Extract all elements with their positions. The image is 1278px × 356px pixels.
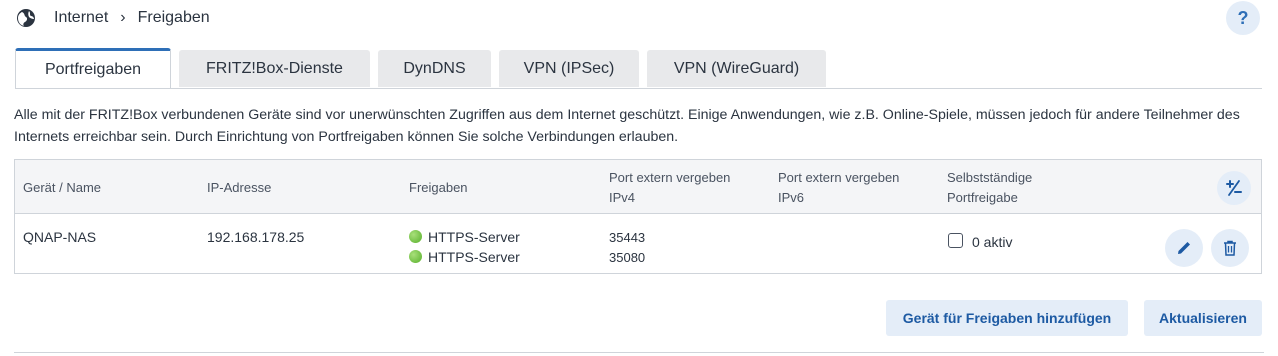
header-ipv4-line1: Port extern vergeben <box>609 170 731 185</box>
tab-dyndns[interactable]: DynDNS <box>378 50 491 87</box>
self-share-checkbox[interactable] <box>948 233 963 248</box>
header-shares: Freigaben <box>409 180 468 195</box>
pencil-icon <box>1178 242 1190 254</box>
tab-divider <box>15 88 1262 89</box>
delete-button[interactable] <box>1211 229 1249 267</box>
globe-icon <box>17 9 35 27</box>
plus-minus-icon <box>1226 180 1242 196</box>
intro-text: Alle mit der FRITZ!Box verbundenen Gerät… <box>14 107 1240 145</box>
header-ipv6-line2: IPv6 <box>778 190 805 205</box>
header-ipv6-line1: Port extern vergeben <box>778 170 900 185</box>
tab-fritzbox-dienste[interactable]: FRITZ!Box-Dienste <box>179 50 370 87</box>
share-entry: HTTPS-Server <box>409 229 520 245</box>
tab-portfreigaben[interactable]: Portfreigaben <box>15 48 171 88</box>
table-header: Gerät / Name IP-Adresse Freigaben Port e… <box>15 160 1261 214</box>
header-self-line1: Selbstständige <box>947 170 1033 185</box>
breadcrumb-current: Freigaben <box>137 9 210 26</box>
tab-vpn-ipsec[interactable]: VPN (IPSec) <box>499 50 639 87</box>
edit-button[interactable] <box>1165 229 1203 267</box>
breadcrumb-separator: › <box>120 9 126 26</box>
tab-bar: Portfreigaben FRITZ!Box-Dienste DynDNS V… <box>15 48 1278 90</box>
port-ipv4: 35080 <box>609 250 646 265</box>
tab-vpn-wireguard[interactable]: VPN (WireGuard) <box>647 50 826 87</box>
refresh-button[interactable]: Aktualisieren <box>1144 300 1262 336</box>
header-ipv4-line2: IPv4 <box>609 190 636 205</box>
divider <box>14 352 1264 353</box>
share-name: HTTPS-Server <box>428 249 520 265</box>
share-entry: HTTPS-Server <box>409 249 520 265</box>
row-ip-address: 192.168.178.25 <box>207 229 305 245</box>
status-ok-icon <box>409 250 422 263</box>
header-self-line2: Portfreigabe <box>947 190 1018 205</box>
row-device-name: QNAP-NAS <box>23 229 97 245</box>
status-ok-icon <box>409 230 422 243</box>
share-name: HTTPS-Server <box>428 229 520 245</box>
port-ipv4: 35443 <box>609 230 646 245</box>
breadcrumb: Internet › Freigaben <box>16 6 210 30</box>
trash-icon <box>1224 240 1236 256</box>
sort-toggle-button[interactable] <box>1217 171 1251 205</box>
header-ip: IP-Adresse <box>207 180 272 195</box>
breadcrumb-internet[interactable]: Internet <box>54 9 108 27</box>
header-device: Gerät / Name <box>23 180 102 195</box>
port-forwarding-table: Gerät / Name IP-Adresse Freigaben Port e… <box>14 159 1262 274</box>
add-device-button[interactable]: Gerät für Freigaben hinzufügen <box>886 300 1128 336</box>
self-share-label: 0 aktiv <box>972 234 1013 250</box>
help-button[interactable]: ? <box>1226 1 1260 35</box>
